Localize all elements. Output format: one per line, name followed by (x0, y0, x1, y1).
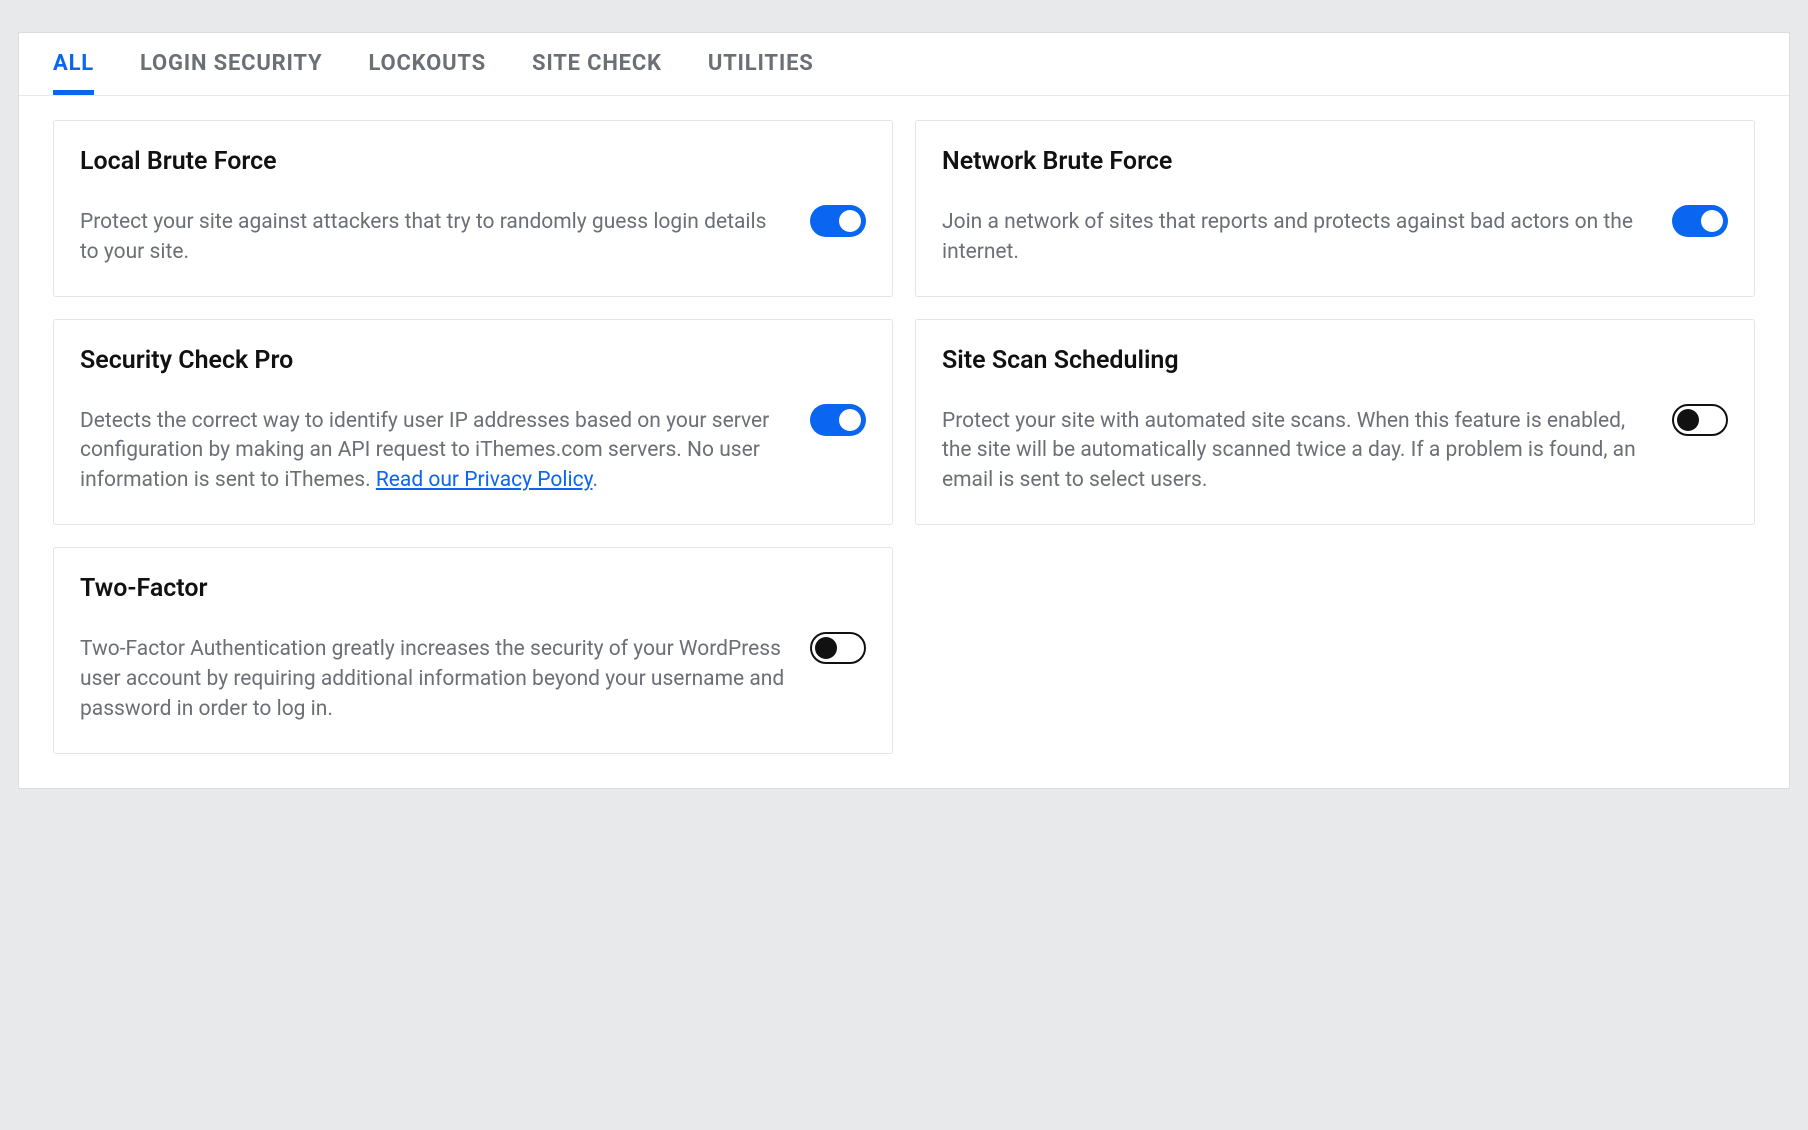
cards-grid: Local Brute Force Protect your site agai… (19, 96, 1789, 788)
tab-login-security[interactable]: LOGIN SECURITY (140, 51, 322, 95)
toggle-two-factor[interactable] (810, 632, 866, 664)
tab-all[interactable]: ALL (53, 51, 94, 95)
toggle-wrap (810, 574, 866, 668)
tab-lockouts[interactable]: LOCKOUTS (368, 51, 486, 95)
tab-utilities[interactable]: UTILITIES (708, 51, 814, 95)
toggle-wrap (1672, 147, 1728, 241)
card-description: Two-Factor Authentication greatly increa… (80, 635, 790, 724)
card-title: Network Brute Force (942, 147, 1652, 176)
card-description: Protect your site against attackers that… (80, 208, 790, 268)
toggle-security-check-pro[interactable] (810, 404, 866, 436)
card-description: Join a network of sites that reports and… (942, 208, 1652, 268)
toggle-knob (815, 637, 837, 659)
desc-text-after: . (592, 468, 598, 492)
card-body: Security Check Pro Detects the correct w… (80, 346, 790, 496)
card-title: Two-Factor (80, 574, 790, 603)
card-title: Site Scan Scheduling (942, 346, 1652, 375)
card-security-check-pro: Security Check Pro Detects the correct w… (53, 319, 893, 525)
card-title: Security Check Pro (80, 346, 790, 375)
tabs-nav: ALL LOGIN SECURITY LOCKOUTS SITE CHECK U… (19, 33, 1789, 96)
card-body: Site Scan Scheduling Protect your site w… (942, 346, 1652, 496)
toggle-site-scan-scheduling[interactable] (1672, 404, 1728, 436)
card-body: Two-Factor Two-Factor Authentication gre… (80, 574, 790, 724)
tab-site-check[interactable]: SITE CHECK (532, 51, 662, 95)
card-local-brute-force: Local Brute Force Protect your site agai… (53, 120, 893, 297)
toggle-network-brute-force[interactable] (1672, 205, 1728, 237)
toggle-knob (839, 409, 861, 431)
toggle-knob (1701, 210, 1723, 232)
toggle-wrap (810, 346, 866, 440)
settings-panel: ALL LOGIN SECURITY LOCKOUTS SITE CHECK U… (18, 32, 1790, 789)
card-body: Local Brute Force Protect your site agai… (80, 147, 790, 268)
grid-col-left: Local Brute Force Protect your site agai… (53, 120, 893, 754)
card-description: Protect your site with automated site sc… (942, 407, 1652, 496)
toggle-local-brute-force[interactable] (810, 205, 866, 237)
card-description: Detects the correct way to identify user… (80, 407, 790, 496)
card-title: Local Brute Force (80, 147, 790, 176)
toggle-wrap (810, 147, 866, 241)
toggle-wrap (1672, 346, 1728, 440)
privacy-policy-link[interactable]: Read our Privacy Policy (376, 468, 593, 492)
card-two-factor: Two-Factor Two-Factor Authentication gre… (53, 547, 893, 753)
grid-col-right: Network Brute Force Join a network of si… (915, 120, 1755, 525)
toggle-knob (1677, 409, 1699, 431)
toggle-knob (839, 210, 861, 232)
card-network-brute-force: Network Brute Force Join a network of si… (915, 120, 1755, 297)
card-site-scan-scheduling: Site Scan Scheduling Protect your site w… (915, 319, 1755, 525)
card-body: Network Brute Force Join a network of si… (942, 147, 1652, 268)
